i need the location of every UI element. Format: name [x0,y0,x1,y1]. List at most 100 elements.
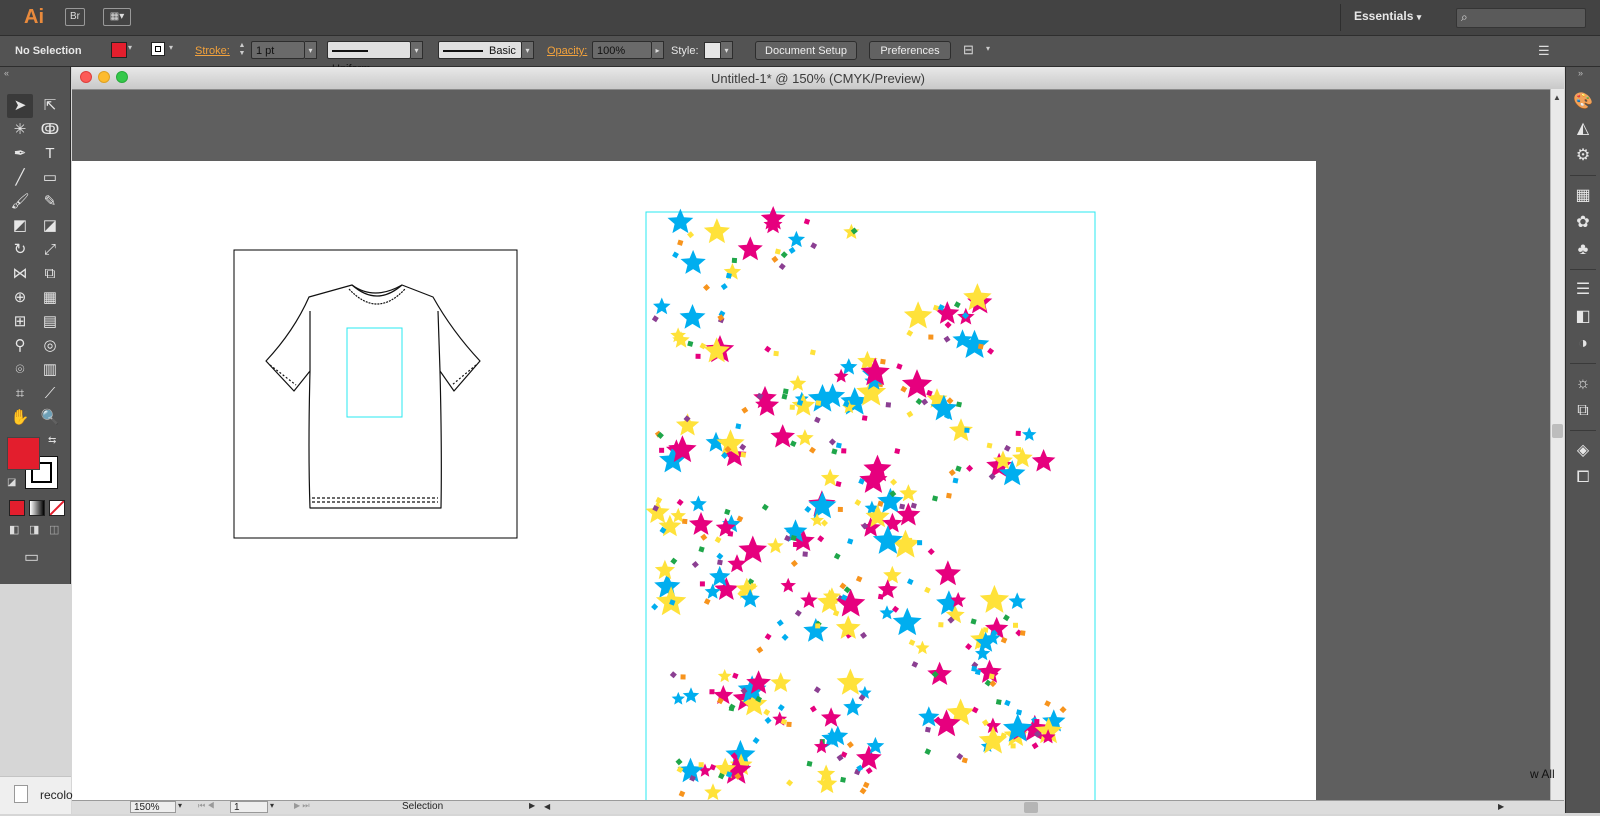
chevron-down-icon[interactable]: ▾ [128,43,132,52]
layers-panel-icon[interactable]: ◈ [1571,440,1595,462]
color-mode-icon[interactable] [9,500,25,516]
opacity-field[interactable]: 100% [592,41,652,59]
mesh-tool-icon[interactable]: ⊞ [7,310,33,334]
align-to-icon[interactable]: ⊟ [963,42,974,58]
stepper-arrows-icon[interactable]: ▲ ▼ [236,42,248,59]
scroll-up-icon[interactable]: ▲ [1553,93,1561,102]
scale-tool-icon[interactable]: ⤢ [37,238,63,262]
graph-tool-icon[interactable]: ▥ [37,358,63,382]
artboards-panel-icon[interactable]: ⧠ [1571,467,1595,489]
gradient-panel-icon[interactable]: ◧ [1571,306,1595,328]
scroll-right-icon[interactable]: ▶ [1498,802,1504,811]
rotate-tool-icon[interactable]: ↻ [7,238,33,262]
fill-swatch[interactable] [111,42,127,58]
slice-tool-icon[interactable]: ⟋ [37,382,63,406]
collapse-arrows-icon[interactable]: » [1578,68,1583,78]
show-all-button[interactable]: w All [1530,767,1555,781]
confetti-square [802,551,808,557]
chevron-down-icon[interactable]: ▾ [522,41,534,59]
chevron-down-icon[interactable]: ▾ [178,801,182,810]
scroll-thumb[interactable] [1552,424,1563,438]
magic-wand-tool-icon[interactable]: ✳ [7,118,33,142]
blob-brush-tool-icon[interactable]: ◩ [7,214,33,238]
selection-tool-icon[interactable]: ➤ [7,94,33,118]
perspective-grid-tool-icon[interactable]: ▦ [37,286,63,310]
color-panel-icon[interactable]: 🎨 [1571,91,1595,113]
stroke-panel-icon[interactable]: ☰ [1571,279,1595,301]
type-tool-icon[interactable]: T [37,142,63,166]
opacity-label[interactable]: Opacity: [547,45,587,57]
artboard[interactable] [72,161,1316,814]
confetti-square [763,708,771,716]
brush-definition[interactable]: Basic [438,41,522,59]
eyedropper-tool-icon[interactable]: ⚲ [7,334,33,358]
stroke-swatch[interactable] [151,42,165,56]
draw-inside-icon[interactable]: ◫ [49,523,59,536]
chevron-right-icon[interactable]: ▸ [652,41,664,59]
default-colors-icon[interactable]: ◪ [7,477,16,488]
last-artboard-icon[interactable]: ▶ ⏭ [294,801,310,811]
eraser-tool-icon[interactable]: ◪ [37,214,63,238]
scroll-left-icon[interactable]: ◀ [544,802,550,811]
artwork-canvas[interactable] [72,161,1316,814]
paintbrush-tool-icon[interactable]: 🖌 [7,190,33,214]
panel-menu-icon[interactable]: ☰ [1538,43,1550,59]
document-setup-button[interactable]: Document Setup [755,41,857,60]
artboard-tool-icon[interactable]: ⌗ [7,382,33,406]
artboard-number-field[interactable]: 1 [230,801,268,813]
hand-tool-icon[interactable]: ✋ [7,406,33,430]
pen-tool-icon[interactable]: ✒ [7,142,33,166]
symbols-panel-icon[interactable]: ♣ [1571,239,1595,261]
kuler-panel-icon[interactable]: ⚙ [1571,145,1595,167]
collapse-arrows-icon[interactable]: « [4,68,9,78]
horizontal-scroll-thumb[interactable] [1024,802,1038,813]
file-icon[interactable] [14,785,28,803]
gradient-mode-icon[interactable] [29,500,45,516]
swatches-panel-icon[interactable]: ▦ [1571,185,1595,207]
first-artboard-icon[interactable]: ⏮ ◀ [198,801,215,811]
preferences-button[interactable]: Preferences [869,41,951,60]
bridge-button[interactable]: Br [65,8,85,26]
pencil-tool-icon[interactable]: ✎ [37,190,63,214]
file-name[interactable]: recolo [40,788,73,802]
direct-selection-tool-icon[interactable]: ⇱ [37,94,63,118]
gradient-tool-icon[interactable]: ▤ [37,310,63,334]
chevron-right-icon[interactable]: ▶ [529,801,535,810]
zoom-level-field[interactable]: 150% [130,801,176,813]
chevron-down-icon[interactable]: ▾ [169,43,173,52]
rectangle-tool-icon[interactable]: ▭ [37,166,63,190]
none-mode-icon[interactable] [49,500,65,516]
width-tool-icon[interactable]: ⋈ [7,262,33,286]
screen-mode-icon[interactable]: ▭ [24,547,39,567]
symbol-sprayer-tool-icon[interactable]: ⌾ [7,358,33,382]
shape-builder-tool-icon[interactable]: ⊕ [7,286,33,310]
variable-width-profile[interactable]: Uniform [327,41,411,75]
chevron-down-icon[interactable]: ▾ [721,41,733,59]
stroke-weight-field[interactable]: 1 pt [251,41,305,59]
current-tool-status[interactable]: Selection [402,801,443,812]
chevron-down-icon[interactable]: ▾ [411,41,423,59]
zoom-tool-icon[interactable]: 🔍 [37,406,63,430]
style-swatch[interactable] [704,42,721,59]
graphic-styles-panel-icon[interactable]: ⧉ [1571,400,1595,422]
chevron-down-icon[interactable]: ▾ [270,801,274,810]
blend-tool-icon[interactable]: ◎ [37,334,63,358]
lasso-tool-icon[interactable]: ↂ [37,118,63,142]
color-guide-panel-icon[interactable]: ◭ [1571,118,1595,140]
chevron-down-icon[interactable]: ▾ [986,44,990,53]
free-transform-tool-icon[interactable]: ⧉ [37,262,63,286]
draw-normal-icon[interactable]: ◧ [9,523,19,536]
vertical-scrollbar[interactable]: ▲ [1550,89,1564,813]
workspace-switcher[interactable]: Essentials ▾ [1354,9,1421,23]
draw-behind-icon[interactable]: ◨ [29,523,39,536]
line-tool-icon[interactable]: ╱ [7,166,33,190]
swap-colors-icon[interactable]: ⇆ [48,435,56,446]
appearance-panel-icon[interactable]: ☼ [1571,373,1595,395]
fill-color-box[interactable] [7,437,40,470]
stroke-label[interactable]: Stroke: [195,45,230,57]
transparency-panel-icon[interactable]: ◑ [1571,333,1595,355]
arrange-documents-button[interactable]: ▦▾ [103,8,131,26]
brushes-panel-icon[interactable]: ✿ [1571,212,1595,234]
chevron-down-icon[interactable]: ▾ [305,41,317,59]
search-input[interactable]: ⌕ [1456,8,1586,28]
